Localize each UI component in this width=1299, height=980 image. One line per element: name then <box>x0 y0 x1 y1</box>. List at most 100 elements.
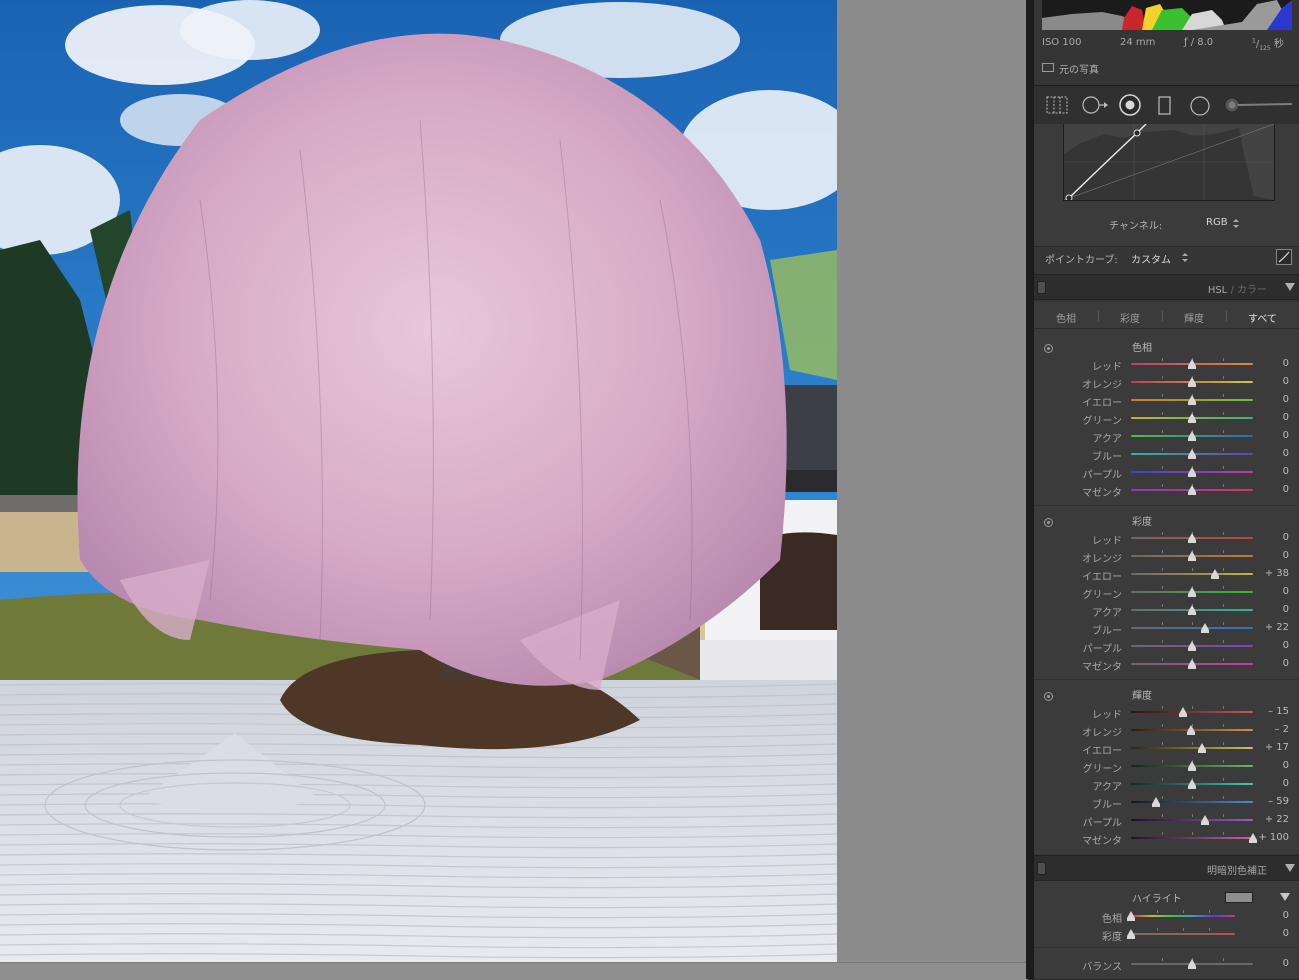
slider-thumb[interactable] <box>1188 377 1196 387</box>
target-adjust-icon[interactable] <box>1044 344 1053 353</box>
slider-track[interactable] <box>1131 658 1253 669</box>
slider-value[interactable]: + 100 <box>1258 832 1289 843</box>
slider-value[interactable]: + 17 <box>1265 742 1289 753</box>
slider-track[interactable] <box>1131 394 1253 405</box>
slider-track[interactable] <box>1131 466 1253 477</box>
target-adjust-icon[interactable] <box>1044 518 1053 527</box>
spot-removal-icon[interactable] <box>1082 96 1110 114</box>
slider-track[interactable] <box>1131 814 1253 825</box>
slider-thumb[interactable] <box>1188 467 1196 477</box>
color-title[interactable]: カラー <box>1237 285 1267 296</box>
slider-track[interactable] <box>1131 550 1253 561</box>
slider-value[interactable]: 0 <box>1283 466 1289 477</box>
photo-preview[interactable] <box>0 0 837 962</box>
slider-value[interactable]: 0 <box>1283 532 1289 543</box>
slider-thumb[interactable] <box>1178 707 1187 717</box>
slider-track[interactable] <box>1131 448 1253 459</box>
slider-thumb[interactable] <box>1198 743 1207 753</box>
slider-value[interactable]: 0 <box>1283 658 1289 669</box>
slider-value[interactable]: 0 <box>1283 604 1289 615</box>
slider-value[interactable]: 0 <box>1283 448 1289 459</box>
split-toning-header[interactable]: 明暗別色補正 <box>1034 855 1299 881</box>
adjustment-brush-icon[interactable] <box>1224 97 1294 113</box>
slider-thumb[interactable] <box>1188 779 1196 789</box>
slider-value[interactable]: 0 <box>1283 910 1289 921</box>
slider-track[interactable] <box>1131 358 1253 369</box>
slider-track[interactable] <box>1131 832 1257 843</box>
slider-thumb[interactable] <box>1188 431 1196 441</box>
slider-thumb[interactable] <box>1188 659 1196 669</box>
slider-value[interactable]: 0 <box>1283 550 1289 561</box>
slider-thumb[interactable] <box>1201 815 1210 825</box>
slider-value[interactable]: – 15 <box>1268 706 1289 717</box>
channel-select[interactable]: RGB <box>1206 217 1228 228</box>
slider-value[interactable]: + 38 <box>1265 568 1289 579</box>
slider-value[interactable]: 0 <box>1283 958 1289 969</box>
target-adjust-icon[interactable] <box>1044 692 1053 701</box>
panel-switch-icon[interactable] <box>1037 862 1046 875</box>
slider-thumb[interactable] <box>1188 641 1196 651</box>
slider-thumb[interactable] <box>1188 551 1196 561</box>
slider-track[interactable] <box>1131 724 1253 735</box>
tone-curve-graph[interactable] <box>1063 124 1275 201</box>
slider-value[interactable]: 0 <box>1283 484 1289 495</box>
slider-thumb[interactable] <box>1188 605 1196 615</box>
slider-track[interactable] <box>1131 604 1253 615</box>
slider-value[interactable]: 0 <box>1283 778 1289 789</box>
slider-thumb[interactable] <box>1188 449 1196 459</box>
slider-thumb[interactable] <box>1249 833 1257 843</box>
slider-track[interactable] <box>1131 532 1253 543</box>
slider-value[interactable]: 0 <box>1283 586 1289 597</box>
point-curve-updown-icon[interactable] <box>1182 253 1188 262</box>
slider-value[interactable]: + 22 <box>1265 622 1289 633</box>
photo-canvas-area[interactable] <box>0 0 1028 980</box>
slider-value[interactable]: – 59 <box>1268 796 1289 807</box>
slider-track[interactable] <box>1131 778 1253 789</box>
slider-track[interactable] <box>1131 430 1253 441</box>
slider-thumb[interactable] <box>1188 395 1196 405</box>
highlight-color-swatch[interactable] <box>1225 892 1253 903</box>
collapse-triangle-icon[interactable] <box>1285 864 1295 872</box>
collapse-triangle-icon[interactable] <box>1285 283 1295 291</box>
slider-thumb[interactable] <box>1211 569 1220 579</box>
slider-value[interactable]: 0 <box>1283 640 1289 651</box>
red-eye-icon[interactable] <box>1118 94 1142 116</box>
panel-switch-icon[interactable] <box>1037 281 1046 294</box>
slider-track[interactable] <box>1131 760 1253 771</box>
slider-value[interactable]: 0 <box>1283 760 1289 771</box>
original-photo-checkbox[interactable] <box>1042 63 1054 72</box>
slider-value[interactable]: + 22 <box>1265 814 1289 825</box>
slider-value[interactable]: 0 <box>1283 430 1289 441</box>
slider-value[interactable]: 0 <box>1283 394 1289 405</box>
slider-track[interactable] <box>1131 376 1253 387</box>
point-curve-select[interactable]: カスタム <box>1131 251 1171 266</box>
slider-track[interactable] <box>1131 742 1253 753</box>
slider-thumb[interactable] <box>1188 485 1196 495</box>
slider-thumb[interactable] <box>1188 587 1196 597</box>
tab-all[interactable]: すべて <box>1248 310 1277 325</box>
slider-thumb[interactable] <box>1127 911 1135 921</box>
slider-thumb[interactable] <box>1188 959 1196 969</box>
slider-thumb[interactable] <box>1127 929 1135 939</box>
slider-track[interactable] <box>1131 622 1253 633</box>
slider-thumb[interactable] <box>1152 797 1160 807</box>
slider-value[interactable]: – 2 <box>1274 724 1289 735</box>
slider-value[interactable]: 0 <box>1283 928 1289 939</box>
slider-track[interactable] <box>1131 706 1253 717</box>
slider-thumb[interactable] <box>1188 359 1196 369</box>
slider-track[interactable] <box>1127 910 1235 921</box>
graduated-filter-icon[interactable] <box>1158 96 1172 116</box>
slider-thumb[interactable] <box>1188 413 1196 423</box>
slider-track[interactable] <box>1131 640 1253 651</box>
slider-thumb[interactable] <box>1188 533 1196 543</box>
tab-saturation[interactable]: 彩度 <box>1120 310 1140 325</box>
slider-thumb[interactable] <box>1186 725 1195 735</box>
slider-track[interactable] <box>1131 586 1253 597</box>
channel-updown-icon[interactable] <box>1233 219 1239 228</box>
slider-track[interactable] <box>1131 484 1253 495</box>
crop-overlay-icon[interactable] <box>1046 96 1068 114</box>
histogram[interactable] <box>1042 0 1292 30</box>
tab-luminance[interactable]: 輝度 <box>1184 310 1204 325</box>
slider-value[interactable]: 0 <box>1283 358 1289 369</box>
slider-thumb[interactable] <box>1188 761 1196 771</box>
